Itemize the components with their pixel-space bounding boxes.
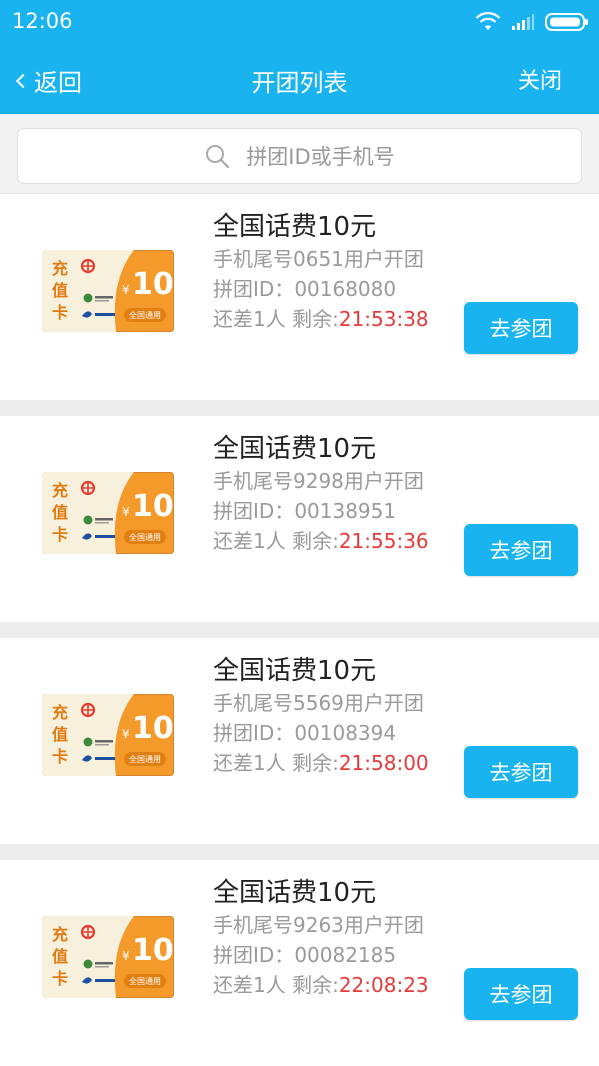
unicom-logo-icon xyxy=(80,258,96,274)
card-badge: 全国通用 xyxy=(129,754,161,764)
card-badge: 全国通用 xyxy=(129,310,161,320)
card-currency: ¥ xyxy=(122,505,130,519)
countdown-timer: 22:08:23 xyxy=(338,973,429,997)
nav-bar: 返回 开团列表 关闭 xyxy=(0,44,599,114)
card-badge: 全国通用 xyxy=(129,976,161,986)
card-value: 10 xyxy=(132,711,174,746)
status-icons xyxy=(475,8,589,36)
card-char-1: 充 xyxy=(52,481,68,500)
page-title: 开团列表 xyxy=(251,69,348,97)
remain-line: 还差1人 剩余:21:55:36 xyxy=(213,526,429,556)
countdown-timer: 21:55:36 xyxy=(338,529,429,553)
host-text: 手机尾号9263用户开团 xyxy=(213,913,424,937)
unicom-logo-icon xyxy=(80,702,96,718)
join-group-button[interactable]: 去参团 xyxy=(464,746,578,798)
unicom-logo-icon xyxy=(80,480,96,496)
card-badge: 全国通用 xyxy=(129,532,161,542)
card-char-3: 卡 xyxy=(52,303,68,322)
unicom-logo-icon xyxy=(80,924,96,940)
remain-text: 还差1人 剩余: xyxy=(213,307,339,331)
countdown-timer: 21:58:00 xyxy=(338,751,429,775)
remain-text: 还差1人 剩余: xyxy=(213,529,339,553)
group-card: 充 值 卡 ¥ 10 全国通用 全国话费10元 手机尾号5569用户开团 拼团I… xyxy=(0,638,599,844)
group-id-line: 拼团ID：00138951 xyxy=(213,496,429,526)
status-time: 12:06 xyxy=(12,9,73,33)
card-char-2: 值 xyxy=(52,281,68,300)
group-id-line: 拼团ID：00168080 xyxy=(213,274,429,304)
card-char-3: 卡 xyxy=(52,525,68,544)
card-char-1: 充 xyxy=(52,925,68,944)
battery-icon xyxy=(545,13,588,31)
join-group-button[interactable]: 去参团 xyxy=(464,302,578,354)
group-info: 全国话费10元 手机尾号9298用户开团 拼团ID：00138951 还差1人 … xyxy=(213,432,429,556)
group-id-label: 拼团ID： xyxy=(213,499,295,523)
search-input[interactable]: 拼团ID或手机号 xyxy=(17,128,582,184)
group-id-value: 00082185 xyxy=(294,943,397,967)
card-currency: ¥ xyxy=(122,949,130,963)
status-bar: 12:06 xyxy=(0,0,599,44)
group-id-value: 00138951 xyxy=(294,499,397,523)
group-info: 全国话费10元 手机尾号5569用户开团 拼团ID：00108394 还差1人 … xyxy=(213,654,429,778)
card-char-2: 值 xyxy=(52,503,68,522)
remain-line: 还差1人 剩余:21:58:00 xyxy=(213,748,429,778)
group-card: 充 值 卡 ¥ 10 全国通用 全国话费10元 手机尾号9263用户开团 拼团I… xyxy=(0,860,599,1066)
join-group-button[interactable]: 去参团 xyxy=(464,968,578,1020)
group-info: 全国话费10元 手机尾号0651用户开团 拼团ID：00168080 还差1人 … xyxy=(213,210,429,334)
group-card: 充 值 卡 ¥ 10 全国通用 全国话费10元 手机尾号9298用户开团 拼团I… xyxy=(0,416,599,622)
app-header: 12:06 返回 开团列表 关闭 xyxy=(0,0,599,114)
card-char-3: 卡 xyxy=(52,969,68,988)
card-char-1: 充 xyxy=(52,259,68,278)
group-id-line: 拼团ID：00108394 xyxy=(213,718,429,748)
search-bar: 拼团ID或手机号 xyxy=(0,114,599,194)
back-label: 返回 xyxy=(34,69,82,97)
product-title: 全国话费10元 xyxy=(213,434,377,464)
group-id-value: 00168080 xyxy=(294,277,397,301)
group-id-value: 00108394 xyxy=(294,721,397,745)
remain-line: 还差1人 剩余:22:08:23 xyxy=(213,970,429,1000)
recharge-card-image: 充 值 卡 ¥ 10 全国通用 xyxy=(42,694,174,776)
group-list: 充 值 卡 ¥ 10 全国通用 全国话费10元 手机尾号0651用户开团 拼团I… xyxy=(0,194,599,1066)
back-button[interactable]: 返回 xyxy=(12,63,82,98)
card-value: 10 xyxy=(132,267,174,302)
host-text: 手机尾号9298用户开团 xyxy=(213,469,424,493)
join-group-button[interactable]: 去参团 xyxy=(464,524,578,576)
recharge-card-image: 充 值 卡 ¥ 10 全国通用 xyxy=(42,250,174,332)
remain-line: 还差1人 剩余:21:53:38 xyxy=(213,304,429,334)
remain-text: 还差1人 剩余: xyxy=(213,751,339,775)
recharge-card-image: 充 值 卡 ¥ 10 全国通用 xyxy=(42,916,174,998)
signal-icon xyxy=(512,14,534,30)
close-button[interactable]: 关闭 xyxy=(518,63,562,95)
group-id-line: 拼团ID：00082185 xyxy=(213,940,429,970)
product-title: 全国话费10元 xyxy=(213,878,377,908)
host-text: 手机尾号0651用户开团 xyxy=(213,247,424,271)
card-currency: ¥ xyxy=(122,283,130,297)
countdown-timer: 21:53:38 xyxy=(338,307,429,331)
host-text: 手机尾号5569用户开团 xyxy=(213,691,424,715)
group-info: 全国话费10元 手机尾号9263用户开团 拼团ID：00082185 还差1人 … xyxy=(213,876,429,1000)
remain-text: 还差1人 剩余: xyxy=(213,973,339,997)
product-title: 全国话费10元 xyxy=(213,212,377,242)
chevron-left-icon xyxy=(15,73,31,88)
card-char-3: 卡 xyxy=(52,747,68,766)
group-id-label: 拼团ID： xyxy=(213,277,295,301)
product-title: 全国话费10元 xyxy=(213,656,377,686)
card-currency: ¥ xyxy=(122,727,130,741)
search-icon xyxy=(206,145,230,169)
group-card: 充 值 卡 ¥ 10 全国通用 全国话费10元 手机尾号0651用户开团 拼团I… xyxy=(0,194,599,400)
card-char-1: 充 xyxy=(52,703,68,722)
card-value: 10 xyxy=(132,933,174,968)
wifi-icon xyxy=(475,12,501,30)
recharge-card-image: 充 值 卡 ¥ 10 全国通用 xyxy=(42,472,174,554)
search-placeholder: 拼团ID或手机号 xyxy=(246,145,395,169)
card-char-2: 值 xyxy=(52,725,68,744)
group-id-label: 拼团ID： xyxy=(213,943,295,967)
card-char-2: 值 xyxy=(52,947,68,966)
card-value: 10 xyxy=(132,489,174,524)
group-id-label: 拼团ID： xyxy=(213,721,295,745)
